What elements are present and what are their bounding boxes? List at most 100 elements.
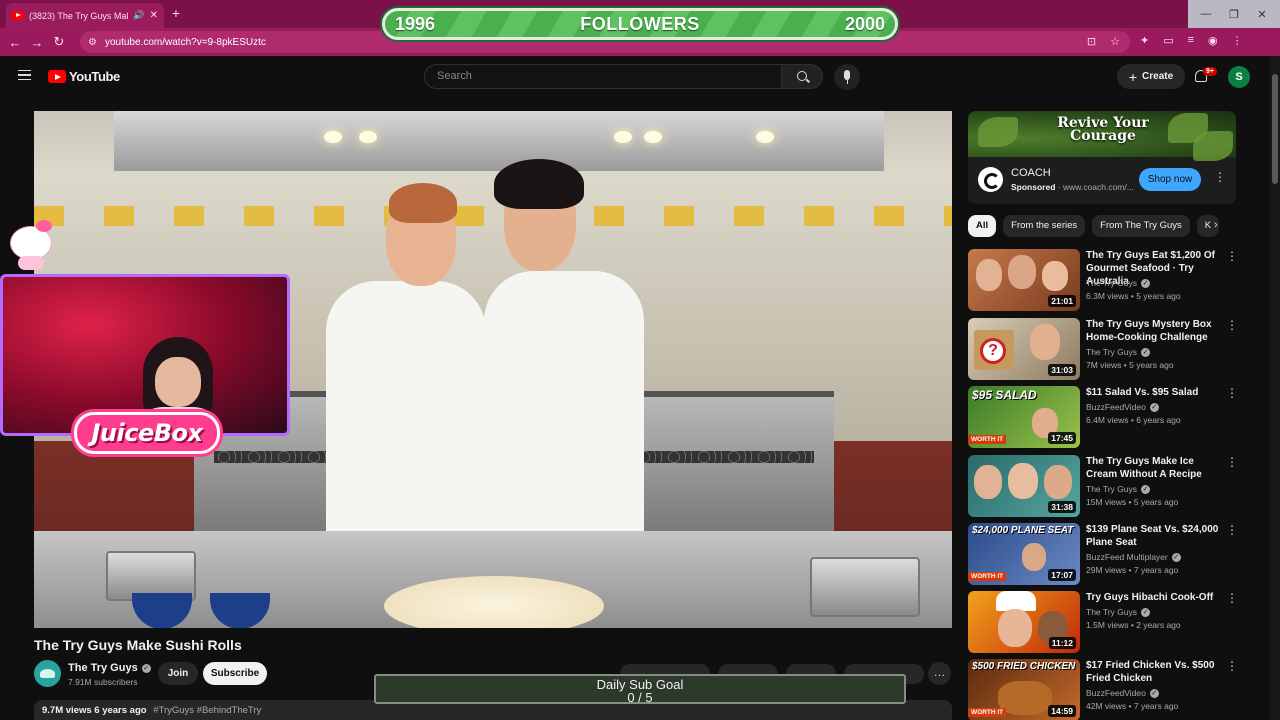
page-scrollbar[interactable] (1270, 56, 1280, 720)
recommendation-item[interactable]: 11:12 Try Guys Hibachi Cook-Off The Try … (968, 591, 1238, 653)
recommendation-channel[interactable]: The Try Guys ✓ (1086, 484, 1151, 494)
reload-icon[interactable]: ↻ (48, 34, 70, 50)
recommendation-age: 5 years ago (1133, 497, 1179, 507)
recommendation-title[interactable]: $11 Salad Vs. $95 Salad (1086, 386, 1226, 399)
forward-arrow-icon[interactable]: → (26, 35, 48, 50)
thumb-face (1008, 255, 1036, 289)
install-app-icon[interactable]: ⊡ (1087, 35, 1096, 48)
recommendation-more-icon[interactable]: ⋮ (1226, 659, 1238, 673)
recommendation-more-icon[interactable]: ⋮ (1226, 455, 1238, 469)
verified-check-icon: ✓ (1149, 689, 1159, 698)
video-frame-light (324, 131, 342, 143)
filter-chips: All From the series From The Try Guys K (968, 215, 1230, 237)
recommendation-title[interactable]: The Try Guys Mystery Box Home-Cooking Ch… (1086, 318, 1226, 344)
recommendation-thumbnail[interactable]: 31:38 (968, 455, 1080, 517)
recommendation-channel[interactable]: The Try Guys ✓ (1086, 607, 1151, 617)
recommendation-more-icon[interactable]: ⋮ (1226, 591, 1238, 605)
create-label: Create (1142, 71, 1174, 82)
recommendation-item[interactable]: $500 FRIED CHICKEN WORTH IT 14:59 $17 Fr… (968, 659, 1238, 720)
recommendation-thumbnail[interactable]: $24,000 PLANE SEAT WORTH IT 17:07 (968, 523, 1080, 585)
recommendation-views: 42M views (1086, 701, 1127, 711)
site-info-icon[interactable]: ⚙ (88, 37, 97, 48)
recommendation-title[interactable]: Try Guys Hibachi Cook-Off (1086, 591, 1226, 604)
video-duration: 11:12 (1048, 637, 1076, 649)
ad-leaf (978, 117, 1018, 147)
recommendation-item[interactable]: 21:01 The Try Guys Eat $1,200 Of Gourmet… (968, 249, 1238, 311)
media-control-icon[interactable]: ≡ (1188, 34, 1194, 47)
hashtags[interactable]: #TryGuys #BehindTheTry (153, 705, 261, 716)
recommendation-more-icon[interactable]: ⋮ (1226, 249, 1238, 263)
recommendation-thumbnail[interactable]: ? 31:03 (968, 318, 1080, 380)
recommendation-channel-text: BuzzFeed Multiplayer (1086, 552, 1168, 562)
recommendation-item[interactable]: $95 SALAD WORTH IT 17:45 $11 Salad Vs. $… (968, 386, 1238, 448)
video-frame-tiles (34, 206, 952, 226)
chip-from-series[interactable]: From the series (1003, 215, 1086, 237)
create-button[interactable]: + Create (1117, 64, 1185, 89)
video-duration: 17:45 (1048, 432, 1076, 444)
recommendation-item[interactable]: $24,000 PLANE SEAT WORTH IT 17:07 $139 P… (968, 523, 1238, 585)
browser-tab[interactable]: (3823) The Try Guys Make 🔊 ✕ (6, 3, 164, 28)
new-tab-button[interactable]: + (168, 5, 184, 21)
recommendation-title[interactable]: The Try Guys Make Ice Cream Without A Re… (1086, 455, 1226, 481)
recommendation-channel[interactable]: The Try Guys ✓ (1086, 278, 1151, 288)
channel-avatar[interactable] (34, 660, 61, 687)
recommendation-title[interactable]: $139 Plane Seat Vs. $24,000 Plane Seat (1086, 523, 1226, 549)
search-input[interactable]: Search (424, 64, 782, 89)
search-button[interactable] (781, 64, 823, 89)
chip-all[interactable]: All (968, 215, 997, 237)
scrollbar-thumb[interactable] (1272, 74, 1278, 184)
recommendation-channel[interactable]: BuzzFeedVideo ✓ (1086, 402, 1159, 412)
menu-hamburger-icon[interactable] (18, 70, 31, 80)
recommendation-item[interactable]: ? 31:03 The Try Guys Mystery Box Home-Co… (968, 318, 1238, 380)
chip-from-channel[interactable]: From The Try Guys (1092, 215, 1190, 237)
account-avatar[interactable]: S (1228, 66, 1250, 88)
extensions-icon[interactable]: ✦ (1140, 34, 1149, 47)
youtube-wordmark: YouTube (69, 69, 120, 84)
tab-close-icon[interactable]: ✕ (150, 10, 158, 21)
recommendation-channel[interactable]: BuzzFeed Multiplayer ✓ (1086, 552, 1181, 562)
more-actions-button[interactable]: … (928, 662, 951, 685)
bookmark-star-icon[interactable]: ☆ (1110, 35, 1120, 48)
followers-goal-bar: 1996 FOLLOWERS 2000 (380, 6, 900, 42)
recommendation-meta: 7M views • 5 years ago (1086, 360, 1174, 370)
close-window-button[interactable]: ✕ (1244, 0, 1280, 28)
thumb-face (1008, 463, 1038, 499)
recommendation-thumbnail[interactable]: $500 FRIED CHICKEN WORTH IT 14:59 (968, 659, 1080, 720)
sponsored-ad[interactable]: Revive Your Courage COACH Sponsored · ww… (968, 111, 1236, 204)
tab-title: (3823) The Try Guys Make (29, 10, 129, 21)
shop-now-button[interactable]: Shop now (1139, 168, 1201, 191)
profile-icon[interactable]: ◉ (1208, 34, 1218, 47)
verified-check-icon: ✓ (141, 664, 151, 673)
recommendation-more-icon[interactable]: ⋮ (1226, 318, 1238, 332)
channel-name[interactable]: The Try Guys ✓ (68, 662, 151, 674)
followers-goal-label: FOLLOWERS (580, 14, 700, 34)
daily-sub-goal: Daily Sub Goal 0 / 5 (374, 674, 906, 704)
recommendation-item[interactable]: 31:38 The Try Guys Make Ice Cream Withou… (968, 455, 1238, 517)
youtube-logo[interactable]: YouTube (48, 69, 120, 84)
recommendation-more-icon[interactable]: ⋮ (1226, 523, 1238, 537)
browser-menu-icon[interactable]: ⋮ (1232, 34, 1243, 47)
ad-more-icon[interactable]: ⋮ (1214, 170, 1226, 184)
subscribe-button[interactable]: Subscribe (203, 662, 267, 685)
recommendation-age: 7 years ago (1133, 701, 1179, 711)
voice-search-mic-icon[interactable] (834, 64, 860, 90)
recommendation-age: 5 years ago (1129, 360, 1174, 370)
video-frame-rice (384, 576, 604, 628)
kitty-sticker-body (18, 256, 44, 270)
recommendation-views: 6.4M views (1086, 415, 1129, 425)
video-frame-light (644, 131, 662, 143)
streamer-face (155, 357, 201, 407)
recommendation-channel[interactable]: The Try Guys ✓ (1086, 347, 1151, 357)
back-arrow-icon[interactable]: ← (4, 35, 26, 50)
recommendation-thumbnail[interactable]: 11:12 (968, 591, 1080, 653)
chevron-right-icon[interactable]: › (1214, 219, 1218, 231)
cast-icon[interactable]: ▭ (1163, 34, 1173, 47)
recommendation-thumbnail[interactable]: $95 SALAD WORTH IT 17:45 (968, 386, 1080, 448)
recommendation-more-icon[interactable]: ⋮ (1226, 386, 1238, 400)
speaker-icon[interactable]: 🔊 (133, 10, 144, 21)
recommendation-channel[interactable]: BuzzFeedVideo ✓ (1086, 688, 1159, 698)
thumb-face (1030, 324, 1060, 360)
join-button[interactable]: Join (158, 662, 198, 685)
recommendation-thumbnail[interactable]: 21:01 (968, 249, 1080, 311)
recommendation-title[interactable]: $17 Fried Chicken Vs. $500 Fried Chicken (1086, 659, 1226, 685)
